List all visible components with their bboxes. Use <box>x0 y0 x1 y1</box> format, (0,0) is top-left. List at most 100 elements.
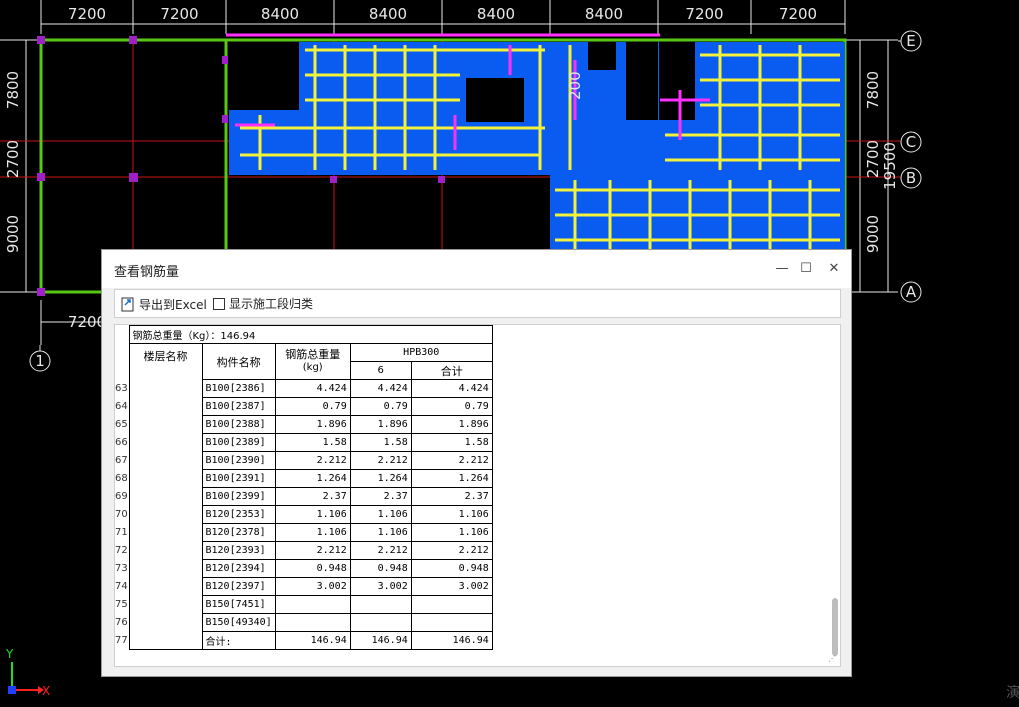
show-stage-label: 显示施工段归类 <box>229 297 314 311</box>
diameter-6-cell: 4.424 <box>349 379 412 398</box>
top-dimension-label: 8400 <box>585 5 623 23</box>
row-number: 76 <box>115 617 128 628</box>
diameter-6-cell: 1.264 <box>349 469 412 488</box>
sum-cell: 2.212 <box>410 541 493 560</box>
component-header: 构件名称 <box>201 343 276 380</box>
row-number: 70 <box>115 509 128 520</box>
total-weight-unit: (kg) <box>302 362 323 373</box>
sum-cell: 3.002 <box>410 577 493 596</box>
sum-cell: 1.264 <box>410 469 493 488</box>
left-dimension-label: 2700 <box>4 140 22 178</box>
inner-dimension-label: 200 <box>566 71 584 100</box>
export-excel-button[interactable]: 导出到Excel <box>121 295 207 313</box>
total-weight-cell <box>274 613 351 632</box>
total-weight-cell: 1.106 <box>274 523 351 542</box>
total-weight-cell: 1.264 <box>274 469 351 488</box>
component-name-cell: B100[2388] <box>201 415 276 434</box>
diameter-6-cell: 0.79 <box>349 397 412 416</box>
resize-grip-icon[interactable]: ⋰ <box>828 654 838 664</box>
slab-area <box>229 42 845 250</box>
row-number: 74 <box>115 581 128 592</box>
sum-cell: 1.106 <box>410 505 493 524</box>
diameter-6-cell: 3.002 <box>349 577 412 596</box>
edge-text: 演 <box>1006 685 1019 701</box>
column-bubble-label: 1 <box>35 352 45 370</box>
top-dimension-label: 8400 <box>477 5 515 23</box>
component-name-cell: B100[2390] <box>201 451 276 470</box>
row-number: 71 <box>115 527 128 538</box>
diameter-header: 6 <box>349 361 412 380</box>
component-name-cell: B120[2397] <box>201 577 276 596</box>
close-button[interactable]: ✕ <box>824 259 844 279</box>
row-number: 69 <box>115 491 128 502</box>
sum-cell <box>410 613 493 632</box>
axis-bubble-label: B <box>906 169 916 187</box>
row-number: 67 <box>115 455 128 466</box>
total-weight-cell: 2.37 <box>274 487 351 506</box>
total-weight-cell: 0.948 <box>274 559 351 578</box>
diameter-6-cell: 146.94 <box>349 631 412 650</box>
total-weight-cell: 0.79 <box>274 397 351 416</box>
top-dimension-label: 7200 <box>160 5 198 23</box>
total-weight-label: 钢筋总重量 <box>285 348 341 361</box>
dialog-title-bar[interactable]: 查看钢筋量 — ☐ ✕ <box>102 250 851 288</box>
axis-bubble-label: A <box>906 283 917 301</box>
diameter-6-cell: 1.106 <box>349 505 412 524</box>
component-name-cell: B100[2387] <box>201 397 276 416</box>
component-name-cell: 合计: <box>201 631 276 650</box>
sum-cell: 4.424 <box>410 379 493 398</box>
total-weight-cell: 2.212 <box>274 541 351 560</box>
sum-cell: 2.37 <box>410 487 493 506</box>
show-stage-toggle[interactable]: 显示施工段归类 <box>213 295 313 312</box>
diameter-6-cell: 2.212 <box>349 541 412 560</box>
sum-cell: 1.896 <box>410 415 493 434</box>
row-number: 72 <box>115 545 128 556</box>
sum-header: 合计 <box>410 361 493 380</box>
axis-bubble-label: E <box>906 32 915 50</box>
row-number: 77 <box>115 635 128 646</box>
row-number: 64 <box>115 401 128 412</box>
total-weight-cell: 1.58 <box>274 433 351 452</box>
rebar-table: 钢筋总重量（Kg）：146.94 楼层名称 构件名称 钢筋总重量 (kg) HP… <box>115 325 493 650</box>
axis-bubble-label: C <box>906 133 916 151</box>
top-dimension-label: 7200 <box>685 5 723 23</box>
row-number: 63 <box>115 383 128 394</box>
component-name-cell: B150[49340] <box>201 613 276 632</box>
top-dimension-label: 8400 <box>369 5 407 23</box>
x-axis-label: X <box>42 684 51 698</box>
row-number: 65 <box>115 419 128 430</box>
total-weight-cell <box>274 595 351 614</box>
dialog-title: 查看钢筋量 <box>114 265 180 280</box>
floor-header-label: 楼层名称 <box>143 350 188 363</box>
rebar-table-area[interactable]: 钢筋总重量（Kg）：146.94 楼层名称 构件名称 钢筋总重量 (kg) HP… <box>114 324 841 667</box>
right-dimension-label: 7800 <box>864 71 882 109</box>
show-stage-checkbox[interactable] <box>213 297 225 310</box>
component-name-cell: B120[2394] <box>201 559 276 578</box>
summary-cell: 钢筋总重量（Kg）：146.94 <box>128 325 493 344</box>
diameter-6-cell: 0.948 <box>349 559 412 578</box>
sum-cell: 1.58 <box>410 433 493 452</box>
sum-cell: 2.212 <box>410 451 493 470</box>
maximize-button[interactable]: ☐ <box>796 259 816 279</box>
vertical-scrollbar[interactable] <box>832 598 838 656</box>
right-dimension-label: 9000 <box>864 215 882 253</box>
top-dimension-label: 8400 <box>261 5 299 23</box>
row-number: 75 <box>115 599 128 610</box>
minimize-button[interactable]: — <box>772 259 792 279</box>
right-total-dimension-label: 19500 <box>881 142 899 190</box>
right-dimension-label: 2700 <box>864 140 882 178</box>
export-icon <box>121 297 134 312</box>
dialog-toolbar: 导出到Excel 显示施工段归类 <box>114 289 841 318</box>
component-name-cell: B100[2391] <box>201 469 276 488</box>
row-number: 66 <box>115 437 128 448</box>
component-name-cell: B100[2386] <box>201 379 276 398</box>
diameter-6-cell: 1.58 <box>349 433 412 452</box>
component-name-cell: B120[2353] <box>201 505 276 524</box>
floor-header: 楼层名称 <box>128 343 203 650</box>
total-weight-cell: 4.424 <box>274 379 351 398</box>
sum-cell: 0.79 <box>410 397 493 416</box>
component-name-cell: B120[2378] <box>201 523 276 542</box>
top-dimension-label: 7200 <box>68 5 106 23</box>
y-axis-label: Y <box>6 647 14 661</box>
diameter-6-cell: 1.106 <box>349 523 412 542</box>
